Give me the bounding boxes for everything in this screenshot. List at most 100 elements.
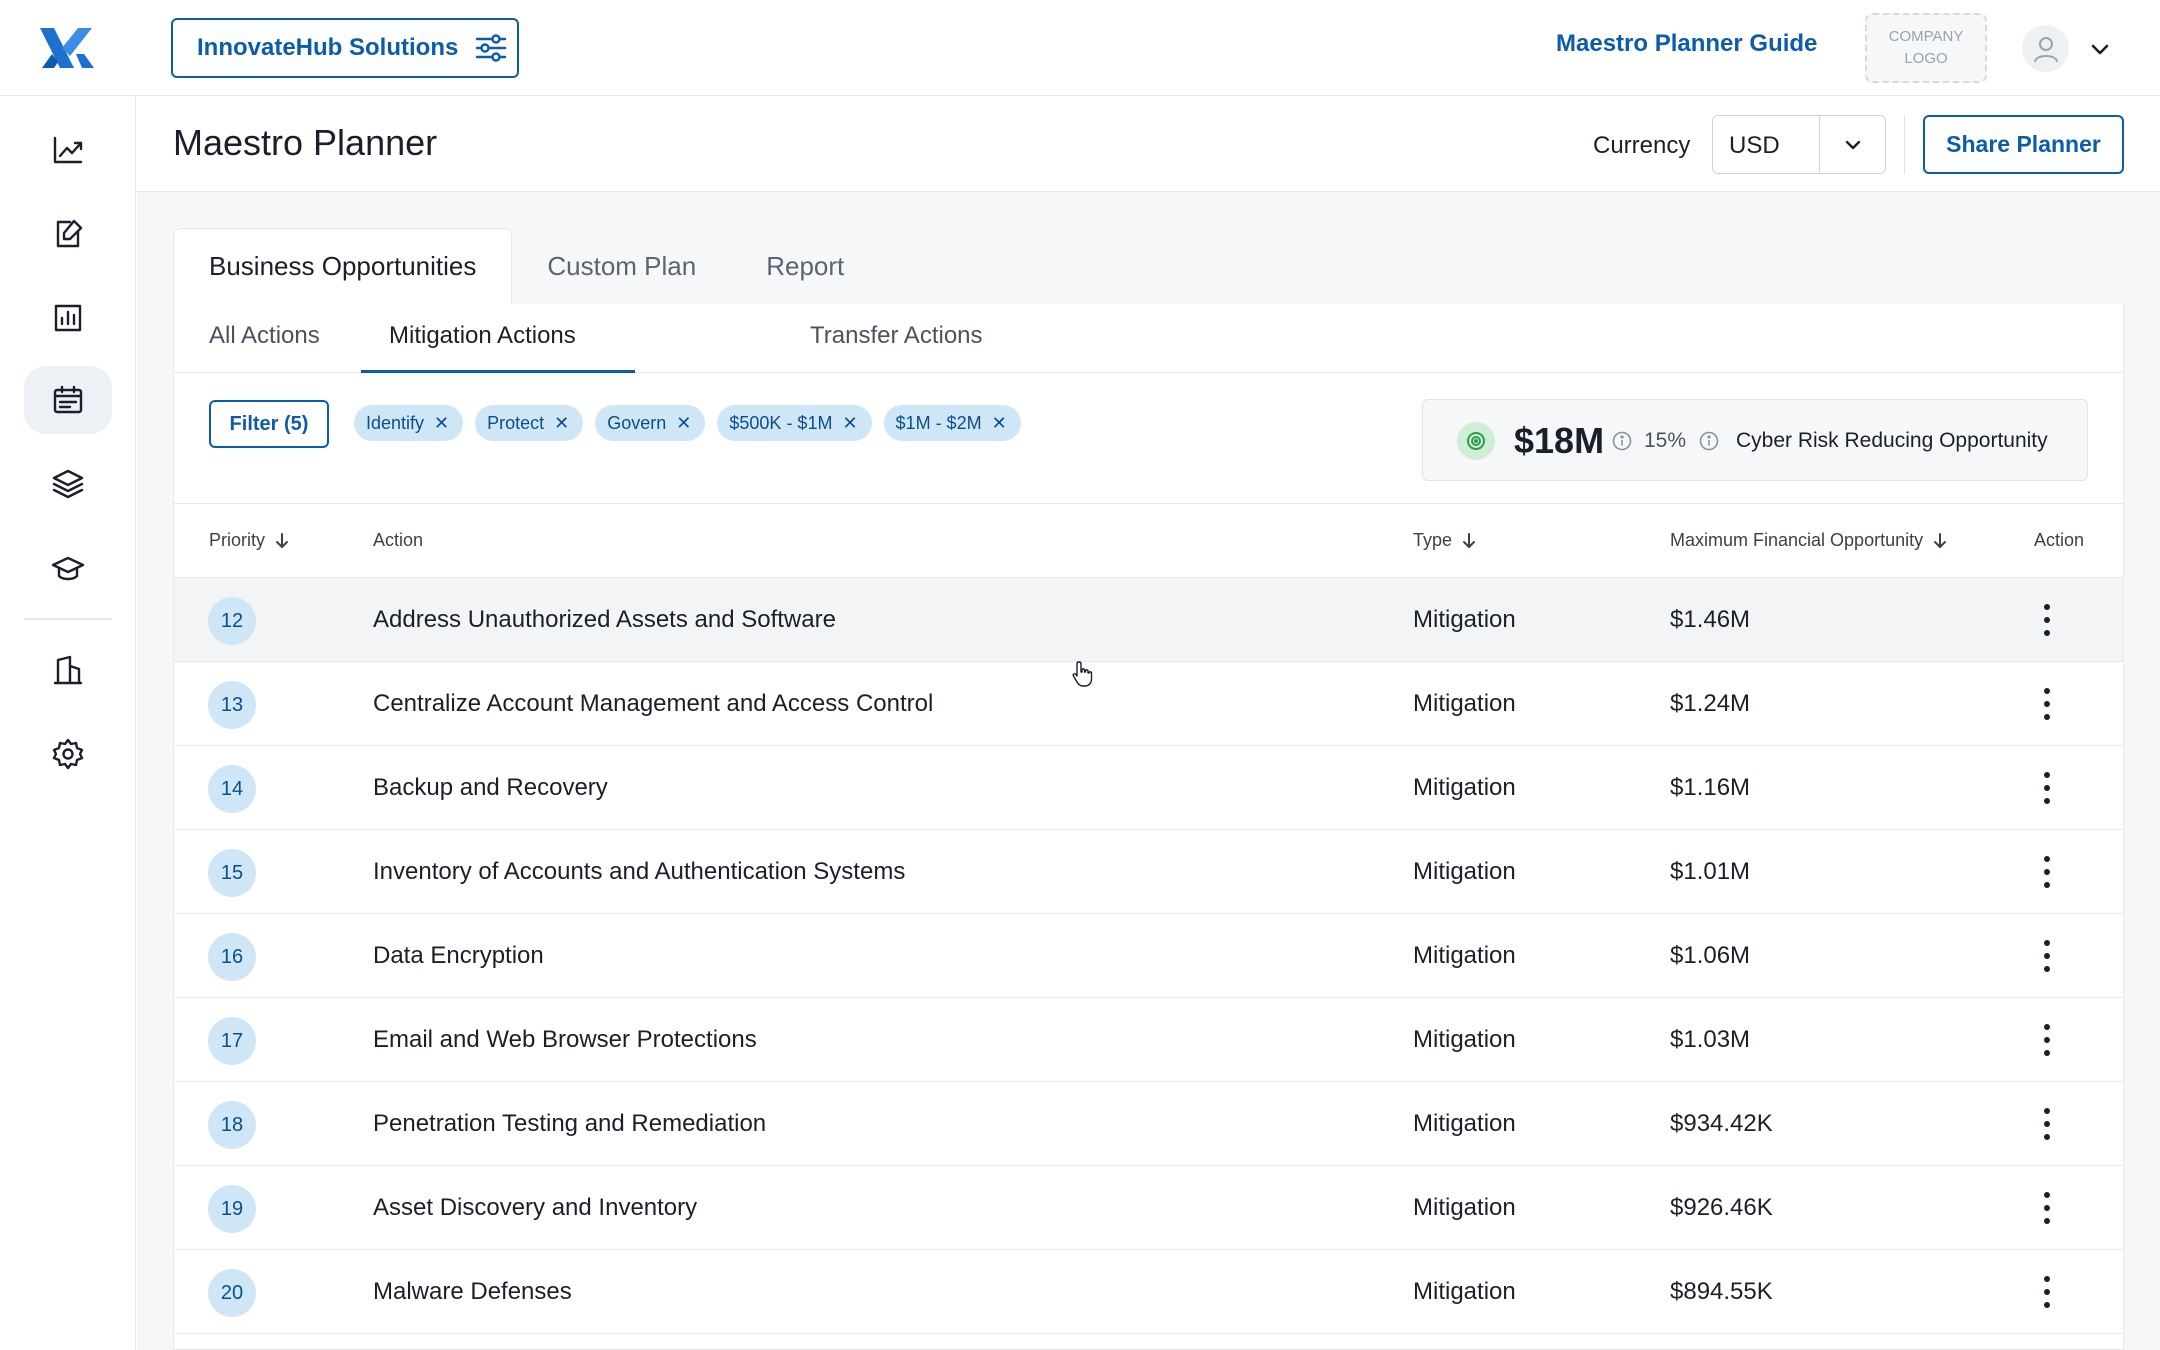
sidebar-item-settings[interactable] xyxy=(24,720,112,788)
action-name[interactable]: Data Encryption xyxy=(373,942,544,970)
column-header-max-opportunity[interactable]: Maximum Financial Opportunity xyxy=(1670,530,1949,551)
filter-chip-label: Identify xyxy=(366,412,425,433)
filter-chip[interactable]: Identify ✕ xyxy=(354,405,464,441)
filter-chip[interactable]: $500K - $1M ✕ xyxy=(717,405,872,441)
sidebar-item-organization[interactable] xyxy=(24,636,112,704)
sub-tabs: All Actions Mitigation Actions Transfer … xyxy=(174,304,2123,373)
more-options-icon[interactable] xyxy=(2040,1108,2054,1140)
opportunity-amount: $18M xyxy=(1514,420,1605,461)
edit-document-icon xyxy=(56,219,83,248)
action-type: Mitigation xyxy=(1413,606,1516,633)
sidebar-item-reports[interactable] xyxy=(24,284,112,352)
action-type: Mitigation xyxy=(1413,690,1516,717)
sidebar-divider xyxy=(24,618,112,620)
table-row[interactable]: 19 Asset Discovery and Inventory Mitigat… xyxy=(174,1166,2123,1250)
action-type: Mitigation xyxy=(1413,1278,1516,1305)
tab-business-opportunities[interactable]: Business Opportunities xyxy=(173,228,513,304)
subtab-transfer-actions[interactable]: Transfer Actions xyxy=(810,322,983,350)
column-header-label: Action xyxy=(373,530,424,550)
close-icon[interactable]: ✕ xyxy=(554,413,569,434)
opportunity-value: $1.06M xyxy=(1670,942,1751,969)
planner-guide-link[interactable]: Maestro Planner Guide xyxy=(1556,30,1817,58)
filter-chip[interactable]: Govern ✕ xyxy=(595,405,706,441)
table-row[interactable]: 20 Malware Defenses Mitigation $894.55K xyxy=(174,1250,2123,1334)
chevron-down-icon[interactable] xyxy=(1841,133,1865,157)
sort-arrow-down-icon[interactable] xyxy=(1931,532,1949,550)
company-logo-line-2: LOGO xyxy=(1904,50,1948,67)
opportunity-value: $1.01M xyxy=(1670,858,1751,885)
table-row[interactable]: 18 Penetration Testing and Remediation M… xyxy=(174,1082,2123,1166)
app-logo-icon[interactable] xyxy=(38,24,98,72)
chevron-down-icon[interactable] xyxy=(2087,36,2113,62)
table-row[interactable]: 12 Address Unauthorized Assets and Softw… xyxy=(174,578,2123,662)
table-row[interactable]: 17 Email and Web Browser Protections Mit… xyxy=(174,998,2123,1082)
hand-cursor-icon xyxy=(1072,661,1093,687)
user-avatar[interactable] xyxy=(2022,25,2069,72)
table-row[interactable]: 13 Centralize Account Management and Acc… xyxy=(174,662,2123,746)
more-options-icon[interactable] xyxy=(2040,1024,2054,1056)
sidebar-item-assessment[interactable] xyxy=(24,200,112,268)
action-name[interactable]: Centralize Account Management and Access… xyxy=(373,690,933,718)
action-name[interactable]: Penetration Testing and Remediation xyxy=(373,1110,766,1138)
opportunity-value: $894.55K xyxy=(1670,1278,1773,1305)
filter-button[interactable]: Filter (5) xyxy=(209,400,329,448)
planner-card: Business Opportunities Custom Plan Repor… xyxy=(173,228,2124,1350)
column-header-row-actions: Action xyxy=(2034,530,2084,551)
more-options-icon[interactable] xyxy=(2040,688,2054,720)
more-options-icon[interactable] xyxy=(2040,940,2054,972)
opportunity-value: $1.46M xyxy=(1670,606,1751,633)
close-icon[interactable]: ✕ xyxy=(434,413,449,434)
sidebar-item-layers[interactable] xyxy=(24,450,112,518)
more-options-icon[interactable] xyxy=(2040,1276,2054,1308)
header-divider xyxy=(1904,115,1905,174)
action-name[interactable]: Address Unauthorized Assets and Software xyxy=(373,606,836,634)
action-name[interactable]: Backup and Recovery xyxy=(373,774,608,802)
column-header-label: Action xyxy=(2034,530,2085,550)
opportunity-percent: 15% xyxy=(1644,429,1687,452)
action-name[interactable]: Asset Discovery and Inventory xyxy=(373,1194,697,1222)
calendar-icon xyxy=(53,385,83,414)
filter-chip[interactable]: Protect ✕ xyxy=(475,405,584,441)
table-row[interactable]: 14 Backup and Recovery Mitigation $1.16M xyxy=(174,746,2123,830)
share-planner-button[interactable]: Share Planner xyxy=(1923,115,2124,174)
action-name[interactable]: Malware Defenses xyxy=(373,1278,572,1306)
action-name[interactable]: Inventory of Accounts and Authentication… xyxy=(373,858,905,886)
table-row[interactable]: 15 Inventory of Accounts and Authenticat… xyxy=(174,830,2123,914)
close-icon[interactable]: ✕ xyxy=(992,413,1007,434)
trend-chart-icon xyxy=(53,136,83,164)
filter-chip[interactable]: $1M - $2M ✕ xyxy=(883,405,1021,441)
sidebar-item-planner[interactable] xyxy=(24,366,112,434)
action-type: Mitigation xyxy=(1413,942,1516,969)
more-options-icon[interactable] xyxy=(2040,772,2054,804)
main-content: Maestro Planner Currency USD Share Plann… xyxy=(137,96,2160,1350)
action-name[interactable]: Email and Web Browser Protections xyxy=(373,1026,757,1054)
sidebar-item-training[interactable] xyxy=(24,534,112,602)
currency-value: USD xyxy=(1729,132,1780,159)
more-options-icon[interactable] xyxy=(2040,1192,2054,1224)
more-options-icon[interactable] xyxy=(2040,604,2054,636)
info-icon[interactable] xyxy=(1612,431,1632,451)
sidebar-item-dashboard[interactable] xyxy=(24,116,112,184)
tab-custom-plan[interactable]: Custom Plan xyxy=(512,228,731,304)
column-header-priority[interactable]: Priority xyxy=(209,530,291,551)
sidebar-navigation xyxy=(0,96,136,1350)
organization-name: InnovateHub Solutions xyxy=(197,34,459,61)
subtab-mitigation-actions[interactable]: Mitigation Actions xyxy=(389,322,576,350)
tab-report[interactable]: Report xyxy=(731,228,879,304)
close-icon[interactable]: ✕ xyxy=(676,413,691,434)
column-header-type[interactable]: Type xyxy=(1413,530,1478,551)
action-type: Mitigation xyxy=(1413,1026,1516,1053)
organization-selector-button[interactable]: InnovateHub Solutions xyxy=(171,18,519,78)
report-chart-icon xyxy=(54,304,82,332)
sort-arrow-down-icon[interactable] xyxy=(273,532,291,550)
currency-select[interactable]: USD xyxy=(1712,115,1886,174)
subtab-all-actions[interactable]: All Actions xyxy=(209,322,320,350)
sort-arrow-down-icon[interactable] xyxy=(1460,532,1478,550)
table-row[interactable]: 16 Data Encryption Mitigation $1.06M xyxy=(174,914,2123,998)
filter-chip-label: $1M - $2M xyxy=(895,412,982,433)
more-options-icon[interactable] xyxy=(2040,856,2054,888)
close-icon[interactable]: ✕ xyxy=(842,413,857,434)
priority-badge: 12 xyxy=(208,597,256,645)
currency-label: Currency xyxy=(1593,132,1691,159)
info-icon[interactable] xyxy=(1699,431,1719,451)
